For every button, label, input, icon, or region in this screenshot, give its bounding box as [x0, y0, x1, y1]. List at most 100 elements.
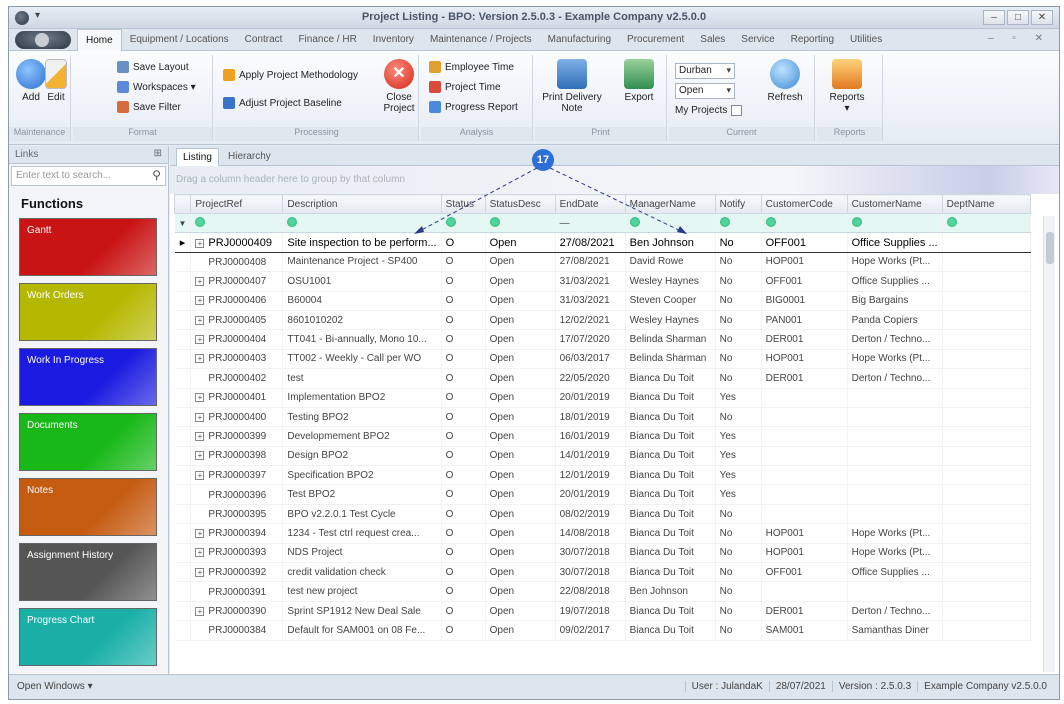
expand-row-icon[interactable]: +	[195, 393, 205, 403]
tab-listing[interactable]: Listing	[176, 148, 219, 166]
link-tile-notes[interactable]: Notes	[19, 478, 157, 536]
maximize-button[interactable]: □	[1007, 10, 1029, 25]
table-row[interactable]: + PRJ0000390 Sprint SP1912 New Deal Sale O O…	[174, 601, 1031, 622]
ribbon-tab-contract[interactable]: Contract	[237, 29, 291, 51]
expand-row-icon[interactable]: +	[195, 548, 205, 558]
project-time-button[interactable]: Project Time	[429, 81, 501, 93]
vertical-scrollbar[interactable]	[1043, 216, 1055, 672]
link-tile-documents[interactable]: Documents	[19, 413, 157, 471]
link-tile-gantt[interactable]: Gantt	[19, 218, 157, 276]
expand-row-icon[interactable]: +	[195, 335, 205, 345]
table-row[interactable]: PRJ0000391 test new project O Open 22/08/201…	[174, 581, 1031, 602]
link-tile-progress-chart[interactable]: Progress Chart	[19, 608, 157, 666]
ribbon-tab-sales[interactable]: Sales	[692, 29, 733, 51]
filter-cell-managername[interactable]	[625, 213, 716, 234]
link-tile-work-in-progress[interactable]: Work In Progress	[19, 348, 157, 406]
ribbon-tab-reporting[interactable]: Reporting	[783, 29, 842, 51]
filter-icon[interactable]	[445, 216, 456, 227]
filter-cell-projectref[interactable]	[190, 213, 284, 234]
pin-icon[interactable]: ⊞	[154, 148, 162, 159]
table-row[interactable]: + PRJ0000393 NDS Project O Open 30/07/2018 Bia…	[174, 543, 1031, 564]
table-row[interactable]: + PRJ0000407 OSU1001 O Open 31/03/2021 Wesley …	[174, 271, 1031, 292]
filter-icon[interactable]	[287, 216, 298, 227]
filter-icon[interactable]	[629, 216, 640, 227]
table-row[interactable]: + PRJ0000397 Specification BPO2 O Open 12/01/…	[174, 465, 1031, 486]
filter-icon[interactable]	[765, 216, 776, 227]
ribbon-tab-inventory[interactable]: Inventory	[365, 29, 422, 51]
group-by-panel[interactable]: Drag a column header here to group by th…	[170, 166, 1059, 194]
status-select[interactable]: Open	[675, 83, 735, 99]
scrollbar-thumb[interactable]	[1046, 232, 1054, 264]
reports-button[interactable]: Reports ▾	[827, 57, 867, 114]
column-header-notify[interactable]: Notify	[714, 194, 762, 214]
save-layout-button[interactable]: Save Layout	[117, 61, 189, 73]
links-search-input[interactable]: Enter text to search... ⚲	[11, 166, 166, 186]
column-header-status[interactable]: Status	[440, 194, 486, 214]
column-header-statusdesc[interactable]: StatusDesc	[484, 194, 556, 214]
filter-cell-notify[interactable]	[715, 213, 762, 234]
ribbon-tab-finance-hr[interactable]: Finance / HR	[290, 29, 364, 51]
link-tile-assignment-history[interactable]: Assignment History	[19, 543, 157, 601]
save-filter-button[interactable]: Save Filter	[117, 101, 181, 113]
progress-report-button[interactable]: Progress Report	[429, 101, 518, 113]
expand-row-icon[interactable]: +	[195, 451, 205, 461]
employee-time-button[interactable]: Employee Time	[429, 61, 514, 73]
close-button[interactable]: ✕	[1031, 10, 1053, 25]
column-header-deptname[interactable]: DeptName	[941, 194, 1031, 214]
column-header-customercode[interactable]: CustomerCode	[760, 194, 848, 214]
expand-row-icon[interactable]: +	[195, 567, 205, 577]
workspaces-button[interactable]: Workspaces ▾	[117, 81, 196, 93]
close-project-button[interactable]: ✕ Close Project	[379, 57, 419, 114]
filter-cell-deptname[interactable]	[942, 213, 1031, 234]
column-header-customername[interactable]: CustomerName	[846, 194, 943, 214]
search-icon[interactable]: ⚲	[152, 168, 161, 182]
filter-cell-enddate[interactable]: —	[555, 213, 626, 234]
filter-icon[interactable]	[489, 216, 500, 227]
ribbon-tab-maintenance-projects[interactable]: Maintenance / Projects	[422, 29, 540, 51]
expand-row-icon[interactable]: +	[195, 431, 205, 441]
table-row[interactable]: PRJ0000384 Default for SAM001 on 08 Fe...…	[174, 620, 1031, 641]
filter-icon[interactable]	[946, 216, 957, 227]
ribbon-tab-home[interactable]: Home	[77, 29, 122, 51]
table-row[interactable]: + PRJ0000401 Implementation BPO2 O Open 20/01…	[174, 388, 1031, 408]
table-row[interactable]: + PRJ0000404 TT041 - Bi-annually, Mono 10.…	[174, 329, 1031, 350]
filter-cell-customername[interactable]	[847, 213, 943, 234]
open-windows-menu[interactable]: Open Windows ▾	[17, 681, 93, 692]
ribbon-tab-service[interactable]: Service	[733, 29, 782, 51]
ribbon-tab-procurement[interactable]: Procurement	[619, 29, 692, 51]
column-header-projectref[interactable]: ProjectRef	[190, 194, 284, 214]
table-row[interactable]: + PRJ0000392 credit validation check O Open 3…	[174, 562, 1031, 583]
expand-row-icon[interactable]: +	[195, 315, 205, 325]
table-row[interactable]: ▸ + PRJ0000409 Site inspection to be perfor…	[174, 232, 1031, 253]
table-row[interactable]: + PRJ0000394 1234 - Test ctrl request crea…	[174, 523, 1031, 544]
table-row[interactable]: + PRJ0000406 B60004 O Open 31/03/2021 Steven C…	[174, 291, 1031, 311]
table-row[interactable]: PRJ0000402 test O Open 22/05/2020 Bianca Du T…	[174, 368, 1031, 389]
expand-row-icon[interactable]: +	[195, 606, 205, 616]
site-select[interactable]: Durban	[675, 63, 735, 79]
table-row[interactable]: PRJ0000396 Test BPO2 O Open 20/01/2019 Bianca…	[174, 484, 1031, 505]
application-menu-button[interactable]	[15, 31, 71, 49]
table-row[interactable]: + PRJ0000399 Developmement BPO2 O Open 16/01/…	[174, 426, 1031, 447]
table-row[interactable]: + PRJ0000405 8601010202 O Open 12/02/2021 Wesl…	[174, 310, 1031, 331]
filter-row[interactable]: ▼ —	[174, 213, 1031, 234]
expand-row-icon[interactable]: +	[195, 296, 205, 306]
expand-row-icon[interactable]: +	[195, 412, 205, 422]
expand-row-icon[interactable]: +	[195, 238, 205, 248]
filter-cell-statusdesc[interactable]	[485, 213, 556, 234]
ribbon-tab-manufacturing[interactable]: Manufacturing	[540, 29, 619, 51]
my-projects-toggle[interactable]: My Projects	[675, 105, 743, 116]
column-header-enddate[interactable]: EndDate	[554, 194, 626, 214]
expand-row-icon[interactable]: +	[195, 354, 205, 364]
ribbon-tab-equipment-locations[interactable]: Equipment / Locations	[122, 29, 237, 51]
expand-row-icon[interactable]: +	[195, 470, 205, 480]
apply-methodology-button[interactable]: Apply Project Methodology	[223, 69, 358, 81]
minimize-button[interactable]: –	[983, 10, 1005, 25]
table-row[interactable]: + PRJ0000400 Testing BPO2 O Open 18/01/2019 Bi…	[174, 407, 1031, 428]
print-delivery-note-button[interactable]: Print Delivery Note	[539, 57, 605, 114]
expand-row-icon[interactable]: +	[195, 528, 205, 538]
table-row[interactable]: + PRJ0000398 Design BPO2 O Open 14/01/2019 Bia…	[174, 446, 1031, 467]
filter-icon[interactable]	[851, 216, 862, 227]
filter-cell-description[interactable]	[282, 213, 442, 234]
my-projects-checkbox[interactable]	[731, 105, 743, 116]
expand-row-icon[interactable]: +	[195, 276, 205, 286]
